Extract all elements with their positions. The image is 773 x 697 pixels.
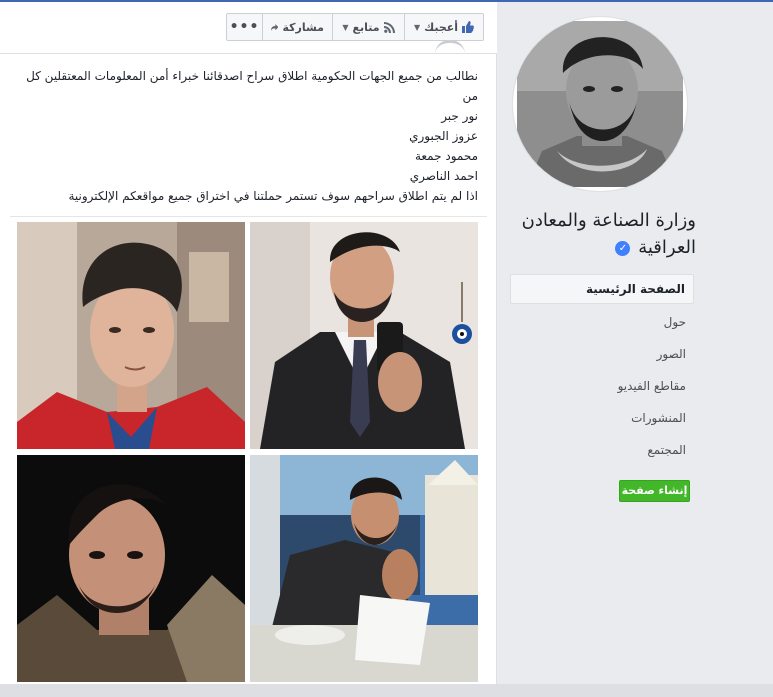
rss-icon bbox=[383, 21, 395, 33]
thumbs-up-icon bbox=[462, 21, 474, 33]
post-divider bbox=[10, 216, 487, 217]
post-header: ••• مشاركة ▼ متابع ▼ أعجبك bbox=[0, 2, 497, 54]
share-arrow-icon bbox=[271, 23, 279, 31]
share-button[interactable]: مشاركة bbox=[263, 14, 333, 40]
chevron-down-icon: ▼ bbox=[342, 22, 349, 32]
like-button[interactable]: ▼ أعجبك bbox=[405, 14, 483, 40]
post-line: عزوز الجبوري bbox=[409, 129, 478, 143]
more-options-button[interactable]: ••• bbox=[227, 14, 263, 40]
post-photo-1[interactable] bbox=[17, 222, 245, 449]
post-photo-3[interactable] bbox=[17, 455, 245, 682]
follow-button[interactable]: ▼ متابع bbox=[333, 14, 405, 40]
post-line: محمود جمعة bbox=[414, 149, 478, 163]
nav-item-community[interactable]: المجتمع bbox=[510, 434, 694, 466]
action-bar: ••• مشاركة ▼ متابع ▼ أعجبك bbox=[226, 13, 484, 41]
post-line: احمد الناصري bbox=[409, 169, 478, 183]
page-name-text: وزارة الصناعة والمعادن العراقية bbox=[521, 210, 696, 258]
like-label: أعجبك bbox=[424, 20, 459, 34]
post-photo-2[interactable] bbox=[250, 222, 478, 449]
author-avatar[interactable] bbox=[435, 40, 465, 54]
chevron-down-icon: ▼ bbox=[413, 22, 421, 32]
bottom-scroll-area bbox=[0, 684, 773, 697]
post-photo-4[interactable] bbox=[250, 455, 478, 682]
share-label: مشاركة bbox=[282, 20, 324, 34]
profile-picture[interactable] bbox=[512, 16, 688, 192]
follow-label: متابع bbox=[352, 20, 380, 34]
nav-item-posts[interactable]: المنشورات bbox=[510, 402, 694, 434]
post-line: نطالب من جميع الجهات الحكومية اطلاق سراح… bbox=[26, 69, 478, 103]
page-name[interactable]: وزارة الصناعة والمعادن العراقية ✓ bbox=[506, 207, 696, 261]
post-card: ••• مشاركة ▼ متابع ▼ أعجبك نطالب من جميع… bbox=[0, 2, 497, 684]
post-text: نطالب من جميع الجهات الحكومية اطلاق سراح… bbox=[20, 66, 478, 206]
nav-item-photos[interactable]: الصور bbox=[510, 338, 694, 370]
page-sidebar: وزارة الصناعة والمعادن العراقية ✓ الصفحة… bbox=[498, 2, 773, 684]
nav-item-about[interactable]: حول bbox=[510, 306, 694, 338]
page-nav: الصفحة الرئيسية حول الصور مقاطع الفيديو … bbox=[510, 274, 694, 466]
nav-item-home[interactable]: الصفحة الرئيسية bbox=[510, 274, 694, 304]
post-line: اذا لم يتم اطلاق سراحهم سوف تستمر حملتنا… bbox=[68, 189, 478, 203]
create-page-button[interactable]: إنشاء صفحة bbox=[619, 480, 690, 502]
nav-item-videos[interactable]: مقاطع الفيديو bbox=[510, 370, 694, 402]
verified-badge-icon: ✓ bbox=[615, 240, 631, 256]
post-line: نور جبر bbox=[441, 109, 478, 123]
